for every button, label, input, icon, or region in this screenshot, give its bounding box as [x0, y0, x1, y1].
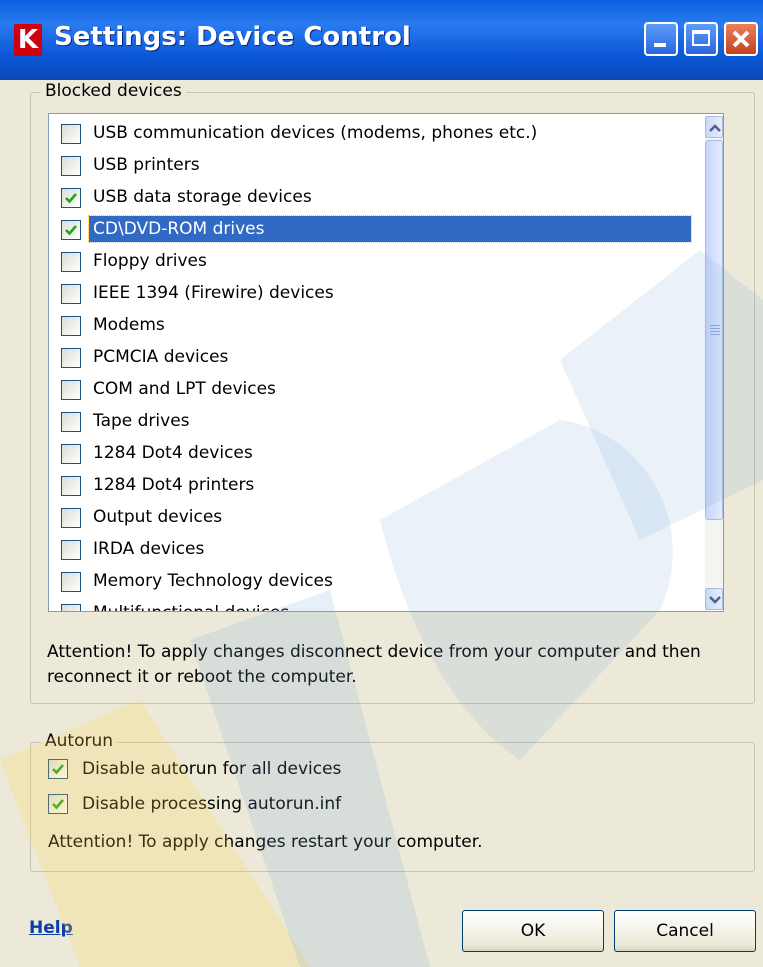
device-checkbox[interactable]	[61, 284, 81, 304]
window-title: Settings: Device Control	[54, 22, 411, 52]
device-label: Output devices	[93, 507, 223, 527]
device-checkbox[interactable]	[61, 604, 81, 611]
device-label: USB data storage devices	[93, 187, 312, 207]
device-label: Memory Technology devices	[93, 571, 333, 591]
device-label: Modems	[93, 315, 165, 335]
autorun-changes-note: Attention! To apply changes restart your…	[48, 832, 483, 852]
scroll-down-button[interactable]	[705, 588, 723, 610]
device-label: IRDA devices	[93, 539, 205, 559]
device-checkbox[interactable]	[61, 124, 81, 144]
device-checkbox[interactable]	[61, 572, 81, 592]
device-checkbox[interactable]	[61, 252, 81, 272]
device-list-item[interactable]: Floppy drives	[49, 246, 705, 276]
device-label: USB printers	[93, 155, 200, 175]
kaspersky-logo-icon: K	[14, 24, 42, 56]
device-checkbox[interactable]	[61, 444, 81, 464]
autorun-legend: Autorun	[41, 731, 118, 751]
device-checkbox[interactable]	[61, 476, 81, 496]
blocked-devices-legend: Blocked devices	[41, 81, 186, 101]
close-icon	[732, 30, 750, 48]
device-label: Multifunctional devices	[89, 600, 293, 611]
device-checkbox[interactable]	[61, 156, 81, 176]
device-list-item[interactable]: Modems	[49, 310, 705, 340]
device-list-item[interactable]: COM and LPT devices	[49, 374, 705, 404]
list-scrollbar[interactable]	[705, 116, 723, 610]
device-label: Floppy drives	[93, 251, 207, 271]
settings-window: K Settings: Device Control Blocked devic…	[0, 0, 763, 967]
device-list-item[interactable]: Tape drives	[49, 406, 705, 436]
device-label: COM and LPT devices	[93, 379, 276, 399]
device-list[interactable]: USB communication devices (modems, phone…	[48, 113, 724, 612]
disable-autorun-checkbox[interactable]	[48, 759, 68, 779]
device-label: USB communication devices (modems, phone…	[93, 123, 538, 143]
device-label: Tape drives	[93, 411, 190, 431]
device-list-item[interactable]: 1284 Dot4 devices	[49, 438, 705, 468]
device-label: 1284 Dot4 devices	[93, 443, 253, 463]
device-label: 1284 Dot4 printers	[93, 475, 255, 495]
device-list-item[interactable]: CD\DVD-ROM drives	[49, 214, 705, 244]
maximize-button[interactable]	[684, 22, 718, 56]
close-button[interactable]	[724, 22, 758, 56]
device-checkbox[interactable]	[61, 316, 81, 336]
checkmark-icon	[65, 225, 77, 236]
device-list-item[interactable]: 1284 Dot4 printers	[49, 470, 705, 500]
device-checkbox[interactable]	[61, 188, 81, 208]
device-label: CD\DVD-ROM drives	[88, 215, 692, 243]
chevron-up-icon	[709, 124, 721, 132]
checkmark-icon	[52, 764, 64, 775]
device-checkbox[interactable]	[61, 220, 81, 240]
device-changes-note: Attention! To apply changes disconnect d…	[47, 642, 701, 687]
device-checkbox[interactable]	[61, 508, 81, 528]
cancel-button[interactable]: Cancel	[614, 910, 756, 952]
minimize-button[interactable]	[644, 22, 678, 56]
device-checkbox[interactable]	[61, 412, 81, 432]
device-list-item[interactable]: USB data storage devices	[49, 182, 705, 212]
disable-autorun-label: Disable autorun for all devices	[82, 759, 342, 779]
disable-autorun-inf-label: Disable processing autorun.inf	[82, 794, 342, 814]
scroll-grip-icon	[710, 325, 720, 335]
disable-autorun-inf-checkbox[interactable]	[48, 794, 68, 814]
help-link[interactable]: Help	[29, 918, 73, 938]
device-list-item[interactable]: PCMCIA devices	[49, 342, 705, 372]
scroll-thumb[interactable]	[705, 140, 723, 520]
ok-button[interactable]: OK	[462, 910, 604, 952]
device-list-item[interactable]: Memory Technology devices	[49, 566, 705, 596]
device-list-item[interactable]: USB communication devices (modems, phone…	[49, 118, 705, 148]
device-list-item[interactable]: Multifunctional devices	[49, 598, 705, 611]
device-list-item[interactable]: IRDA devices	[49, 534, 705, 564]
device-list-item[interactable]: USB printers	[49, 150, 705, 180]
device-label: PCMCIA devices	[93, 347, 229, 367]
device-label: IEEE 1394 (Firewire) devices	[93, 283, 334, 303]
scroll-up-button[interactable]	[705, 116, 723, 138]
checkmark-icon	[65, 193, 77, 204]
checkmark-icon	[52, 799, 64, 810]
device-checkbox[interactable]	[61, 348, 81, 368]
device-checkbox[interactable]	[61, 380, 81, 400]
device-list-item[interactable]: IEEE 1394 (Firewire) devices	[49, 278, 705, 308]
device-list-item[interactable]: Output devices	[49, 502, 705, 532]
title-bar[interactable]: K Settings: Device Control	[0, 0, 763, 80]
chevron-down-icon	[709, 596, 721, 604]
device-checkbox[interactable]	[61, 540, 81, 560]
